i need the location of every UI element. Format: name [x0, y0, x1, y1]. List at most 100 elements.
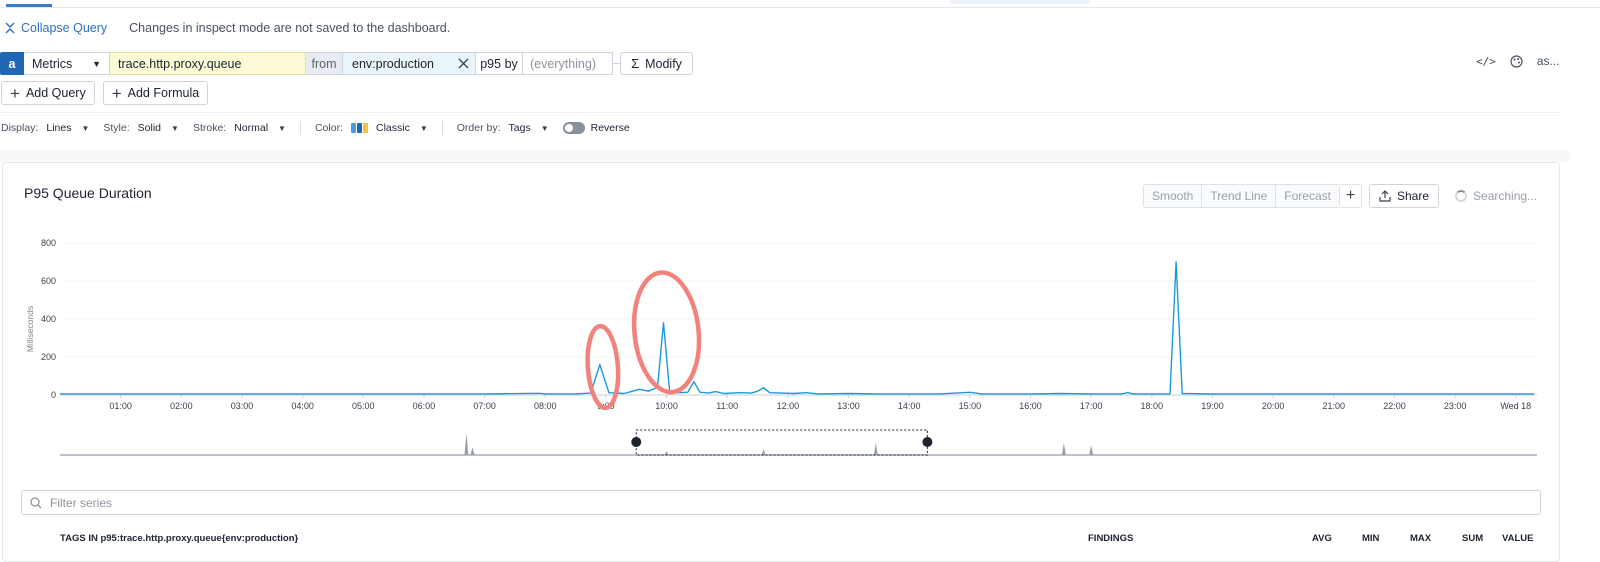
upload-icon	[1379, 190, 1391, 202]
overview-spike	[761, 449, 766, 455]
chevron-down-icon: ▼	[171, 123, 179, 133]
overview-spike	[664, 451, 669, 455]
x-tick-label: 15:00	[959, 401, 982, 411]
x-tick-label: 05:00	[352, 401, 375, 411]
x-tick-label: 03:00	[231, 401, 254, 411]
x-tick-label: 14:00	[898, 401, 921, 411]
tab-placeholder	[950, 0, 1090, 4]
inspect-header: Collapse Query Changes in inspect mode a…	[4, 18, 450, 38]
overview-spike	[1089, 445, 1094, 455]
y-tick-label: 400	[41, 314, 56, 324]
timeseries-chart[interactable]: 0 200 400 600 800 Milliseconds 01:00 02:00 03:00…	[0, 230, 1600, 465]
searching-label: Searching...	[1473, 189, 1538, 203]
x-tick-label: 22:00	[1383, 401, 1406, 411]
display-options-row: Display: Lines ▼ Style: Solid ▼ Stroke: …	[1, 120, 630, 136]
code-icon[interactable]: </>	[1476, 55, 1496, 68]
swatch-color	[350, 123, 356, 133]
add-actions: + Add Query + Add Formula	[1, 81, 209, 105]
forecast-button[interactable]: Forecast	[1276, 185, 1339, 207]
x-tick-label: 17:00	[1080, 401, 1103, 411]
top-tab-bar	[0, 0, 1600, 8]
max-column-header[interactable]: MAX	[1410, 533, 1431, 544]
query-letter-badge[interactable]: a	[0, 52, 24, 75]
plus-icon: +	[10, 83, 20, 103]
color-label: Color:	[314, 122, 343, 134]
min-column-header[interactable]: MIN	[1362, 533, 1379, 544]
collapse-icon	[5, 22, 15, 34]
spinner-icon	[1455, 190, 1468, 202]
brush-handle-left	[631, 437, 642, 447]
stroke-select[interactable]: Normal	[234, 122, 268, 134]
group-by-input[interactable]: (everything)	[523, 52, 613, 75]
x-tick-label: 11:00	[716, 401, 738, 411]
tags-column-header[interactable]: TAGS IN p95:trace.http.proxy.queue{env:p…	[60, 533, 298, 544]
series-line	[60, 261, 1534, 395]
reverse-toggle[interactable]	[562, 122, 585, 134]
overview-brush	[635, 429, 928, 456]
chevron-down-icon: ▼	[419, 123, 428, 133]
x-tick-label: 18:00	[1141, 401, 1164, 411]
chart-toolbar: Smooth Trend Line Forecast + Share Searc…	[1143, 184, 1537, 208]
display-label: Display:	[1, 122, 39, 134]
filter-placeholder: Filter series	[50, 495, 113, 510]
annotation-circle	[631, 270, 702, 395]
trend-line-button[interactable]: Trend Line	[1202, 185, 1277, 207]
chart-functions-group: Smooth Trend Line Forecast	[1143, 184, 1340, 208]
x-tick-label: 06:00	[413, 401, 436, 411]
plus-icon: +	[1345, 187, 1356, 204]
x-tick-label: 12:00	[777, 401, 800, 411]
x-tick-label: 16:00	[1019, 401, 1042, 411]
add-function-button[interactable]: +	[1339, 184, 1362, 208]
overview-spike	[470, 447, 475, 455]
color-select[interactable]: Classic	[376, 122, 410, 134]
style-label: Style:	[103, 122, 130, 134]
clear-scope-icon[interactable]	[458, 58, 469, 69]
scope-input[interactable]: env:production	[343, 52, 476, 75]
inspect-mode-note: Changes in inspect mode are not saved to…	[129, 21, 451, 35]
y-tick-label: 800	[41, 238, 56, 248]
share-button[interactable]: Share	[1368, 184, 1440, 208]
connector-line	[613, 52, 620, 64]
sum-column-header[interactable]: SUM	[1462, 533, 1483, 544]
display-select[interactable]: Lines	[46, 122, 71, 134]
add-query-button[interactable]: + Add Query	[1, 81, 95, 105]
order-by-select[interactable]: Tags	[509, 122, 531, 134]
smooth-button[interactable]: Smooth	[1144, 185, 1203, 207]
findings-column-header[interactable]: FINDINGS	[1088, 533, 1133, 544]
avg-column-header[interactable]: AVG	[1312, 533, 1332, 544]
add-formula-label: Add Formula	[127, 86, 200, 100]
swatch-color	[356, 123, 362, 133]
value-column-header[interactable]: VALUE	[1502, 533, 1534, 544]
filter-series-input[interactable]: Filter series	[21, 490, 1541, 515]
x-tick-label: 07:00	[473, 401, 496, 411]
x-tick-label: 08:00	[534, 401, 557, 411]
more-options-label[interactable]: as...	[1537, 54, 1560, 68]
style-select[interactable]: Solid	[138, 122, 161, 134]
chevron-down-icon: ▼	[278, 123, 286, 133]
x-tick-label: 04:00	[291, 401, 314, 411]
x-tick-label: Wed 18	[1500, 401, 1531, 411]
chevron-down-icon: ▼	[81, 123, 90, 133]
add-formula-button[interactable]: + Add Formula	[102, 81, 209, 105]
x-tick-label: 20:00	[1262, 401, 1285, 411]
modify-button[interactable]: Σ Modify	[620, 52, 693, 75]
chevron-down-icon: ▼	[540, 123, 549, 133]
x-tick-label: 19:00	[1201, 401, 1224, 411]
y-tick-label: 0	[51, 390, 56, 400]
aggregation-select[interactable]: p95 by	[476, 52, 523, 75]
sigma-icon: Σ	[631, 56, 640, 71]
y-tick-label: 600	[41, 276, 56, 286]
brush-handle-right	[922, 437, 933, 447]
data-source-value: Metrics	[32, 56, 73, 71]
share-label: Share	[1396, 189, 1430, 203]
divider	[441, 121, 443, 135]
palette-icon[interactable]	[1510, 54, 1523, 68]
add-query-label: Add Query	[25, 86, 86, 100]
order-by-label: Order by:	[456, 122, 501, 134]
metric-input[interactable]: trace.http.proxy.queue	[110, 52, 306, 75]
divider	[0, 112, 1560, 113]
collapse-query-link[interactable]: Collapse Query	[4, 21, 107, 35]
x-tick-label: 02:00	[170, 401, 193, 411]
data-source-select[interactable]: Metrics ▼	[24, 52, 110, 75]
palette-swatch-icon	[350, 123, 368, 133]
